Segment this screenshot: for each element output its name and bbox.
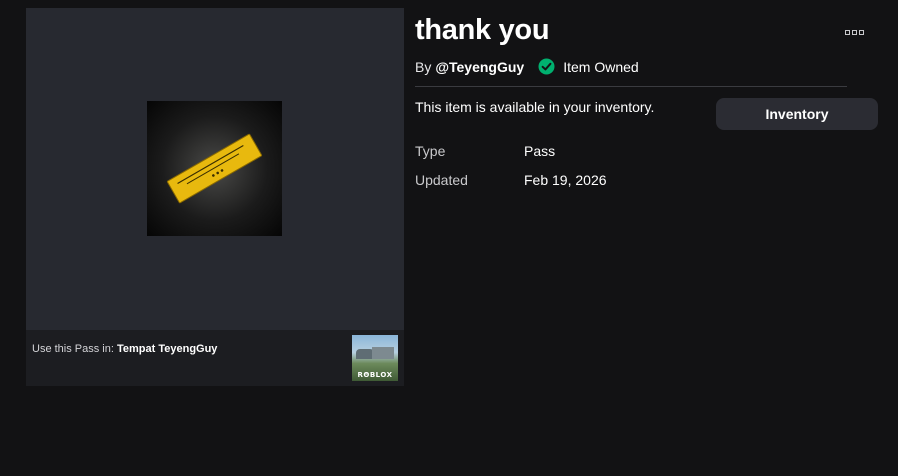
detail-label: Updated — [415, 172, 468, 188]
by-prefix: By — [415, 58, 432, 75]
use-in-label: Use this Pass in: — [32, 343, 114, 355]
item-media-panel: Use this Pass in: Tempat TeyengGuy RΘBLO… — [26, 8, 404, 386]
place-thumbnail[interactable]: RΘBLOX — [352, 335, 398, 381]
inventory-button[interactable]: Inventory — [716, 98, 878, 130]
pass-ticket-icon — [166, 133, 263, 204]
more-dot — [858, 29, 864, 35]
detail-value: Pass — [524, 143, 556, 159]
place-link[interactable]: Tempat TeyengGuy — [117, 343, 217, 355]
roblox-logo: RΘBLOX — [357, 371, 393, 379]
more-options-icon[interactable] — [842, 24, 866, 40]
pass-thumbnail — [147, 101, 282, 236]
use-in-place-bar: Use this Pass in: Tempat TeyengGuy RΘBLO… — [26, 330, 404, 386]
item-title: thank you — [415, 14, 550, 46]
use-in-text: Use this Pass in: Tempat TeyengGuy — [32, 343, 217, 355]
detail-value: Feb 19, 2026 — [524, 172, 607, 188]
divider — [415, 86, 847, 87]
more-dot — [851, 29, 857, 35]
owned-status: Item Owned — [563, 58, 639, 75]
detail-label: Type — [415, 143, 446, 159]
availability-text: This item is available in your inventory… — [415, 99, 655, 115]
thumbnail-scene-right — [372, 347, 394, 359]
byline: By @TeyengGuy Item Owned — [415, 58, 639, 75]
owned-check-icon — [538, 58, 555, 75]
creator-link[interactable]: @TeyengGuy — [435, 59, 524, 75]
more-dot — [844, 29, 850, 35]
